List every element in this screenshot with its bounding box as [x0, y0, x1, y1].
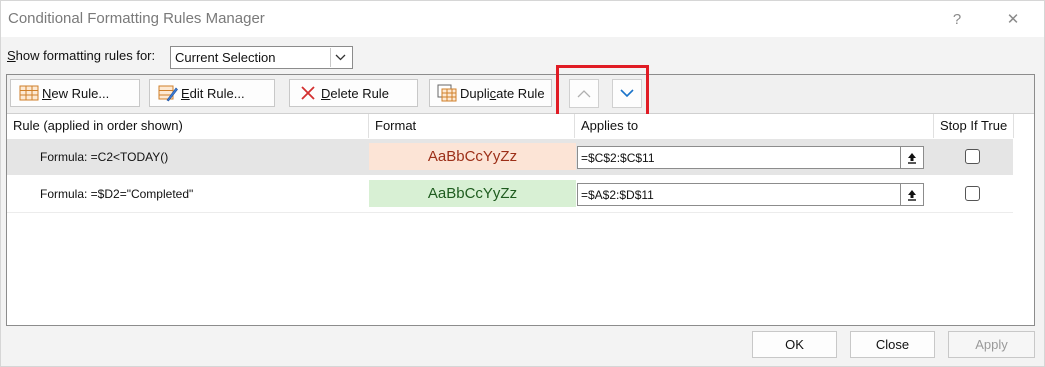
- edit-rule-button[interactable]: Edit Rule...: [149, 79, 275, 107]
- edit-rule-text: dit Rule...: [189, 85, 245, 101]
- column-header-stop-if-true: Stop If True: [934, 114, 1014, 138]
- chevron-up-icon: [577, 85, 591, 103]
- rules-table-header: Rule (applied in order shown) Format App…: [7, 114, 1034, 138]
- delete-rule-text: elete Rule: [330, 85, 389, 101]
- show-rules-dropdown[interactable]: Current Selection: [170, 46, 353, 69]
- rule-row-2[interactable]: Formula: =$D2="Completed" AaBbCcYyZz =$A…: [7, 176, 1013, 213]
- rules-panel: New Rule... Edit Rule... Delete Rule Dup…: [6, 65, 1035, 326]
- ok-button[interactable]: OK: [752, 331, 837, 358]
- new-rule-icon: [19, 84, 39, 102]
- delete-rule-button[interactable]: Delete Rule: [289, 79, 418, 107]
- rule-formula: Formula: =C2<TODAY(): [40, 150, 169, 164]
- close-button[interactable]: Close: [850, 331, 935, 358]
- applies-to-field[interactable]: =$C$2:$C$11: [577, 146, 924, 169]
- duplicate-rule-text-b: ate Rule: [496, 85, 545, 101]
- move-up-button[interactable]: [569, 79, 599, 108]
- rule-row-1[interactable]: Formula: =C2<TODAY() AaBbCcYyZz =$C$2:$C…: [7, 139, 1013, 175]
- conditional-formatting-dialog: Conditional Formatting Rules Manager ? ✕…: [0, 0, 1045, 367]
- duplicate-rule-icon: [437, 84, 457, 102]
- duplicate-rule-button[interactable]: Duplicate Rule: [429, 79, 552, 107]
- new-rule-text: ew Rule...: [51, 85, 110, 101]
- new-rule-button[interactable]: New Rule...: [10, 79, 140, 107]
- show-rules-value: Current Selection: [175, 50, 276, 65]
- column-header-rule: Rule (applied in order shown): [7, 114, 369, 138]
- rules-toolbar: New Rule... Edit Rule... Delete Rule Dup…: [7, 65, 1034, 117]
- chevron-down-icon[interactable]: [330, 48, 350, 67]
- collapse-dialog-icon[interactable]: [900, 147, 923, 168]
- applies-to-value: =$C$2:$C$11: [581, 151, 655, 165]
- column-header-applies-to: Applies to: [575, 114, 934, 138]
- collapse-dialog-icon[interactable]: [900, 184, 923, 205]
- stop-if-true-checkbox[interactable]: [965, 186, 980, 201]
- edit-rule-accel: E: [181, 85, 190, 101]
- delete-x-icon: [298, 84, 318, 102]
- apply-button[interactable]: Apply: [948, 331, 1035, 358]
- title-bar: Conditional Formatting Rules Manager ? ✕: [1, 1, 1044, 37]
- close-window-button[interactable]: ✕: [999, 7, 1027, 31]
- show-rules-label: Show formatting rules for:: [7, 48, 155, 63]
- applies-to-value: =$A$2:$D$11: [581, 188, 654, 202]
- new-rule-label: New Rule...: [42, 86, 109, 101]
- rule-formula: Formula: =$D2="Completed": [40, 187, 194, 201]
- format-preview: AaBbCcYyZz: [369, 180, 576, 207]
- duplicate-rule-text-a: Dupli: [460, 85, 490, 101]
- applies-to-field[interactable]: =$A$2:$D$11: [577, 183, 924, 206]
- edit-rule-icon: [158, 84, 178, 102]
- column-header-format: Format: [369, 114, 575, 138]
- duplicate-rule-label: Duplicate Rule: [460, 86, 545, 101]
- help-button[interactable]: ?: [943, 7, 971, 31]
- stop-if-true-checkbox[interactable]: [965, 149, 980, 164]
- move-down-button[interactable]: [612, 79, 642, 108]
- show-rules-label-text: how formatting rules for:: [15, 48, 156, 63]
- delete-rule-accel: D: [321, 85, 331, 101]
- chevron-down-icon: [620, 85, 634, 103]
- edit-rule-label: Edit Rule...: [181, 86, 245, 101]
- dialog-title: Conditional Formatting Rules Manager: [8, 10, 265, 27]
- format-preview: AaBbCcYyZz: [369, 143, 576, 170]
- new-rule-accel: N: [42, 85, 52, 101]
- delete-rule-label: Delete Rule: [321, 86, 389, 101]
- show-rules-label-accel: S: [7, 48, 16, 63]
